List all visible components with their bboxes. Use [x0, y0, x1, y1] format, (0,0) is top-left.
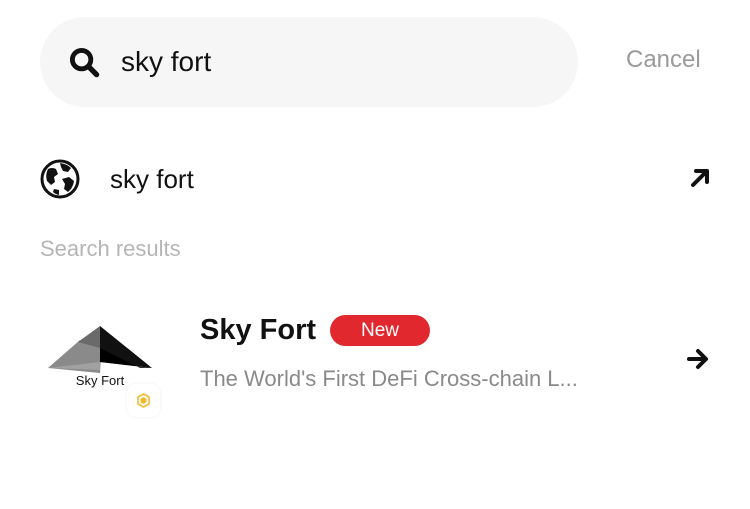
- globe-icon: [40, 159, 80, 199]
- new-badge: New: [330, 315, 430, 346]
- search-page: Cancel sky fort Search results Sky Fort: [0, 0, 750, 509]
- result-title: Sky Fort: [200, 314, 317, 346]
- search-result-item[interactable]: Sky Fort Sky Fort New The World's First …: [0, 300, 750, 425]
- section-header: Search results: [40, 236, 181, 261]
- search-icon: [69, 47, 100, 78]
- cancel-button[interactable]: Cancel: [626, 46, 701, 74]
- app-logo-text: Sky Fort: [76, 373, 125, 388]
- arrow-up-right-icon[interactable]: [688, 166, 712, 190]
- arrow-right-icon[interactable]: [686, 347, 710, 371]
- search-input[interactable]: [121, 40, 561, 84]
- web-suggestion-label: sky fort: [110, 164, 194, 194]
- cube-icon: [137, 393, 150, 408]
- chain-badge: [127, 384, 160, 417]
- web-search-suggestion[interactable]: sky fort: [0, 150, 750, 208]
- result-description: The World's First DeFi Cross-chain L...: [200, 366, 578, 391]
